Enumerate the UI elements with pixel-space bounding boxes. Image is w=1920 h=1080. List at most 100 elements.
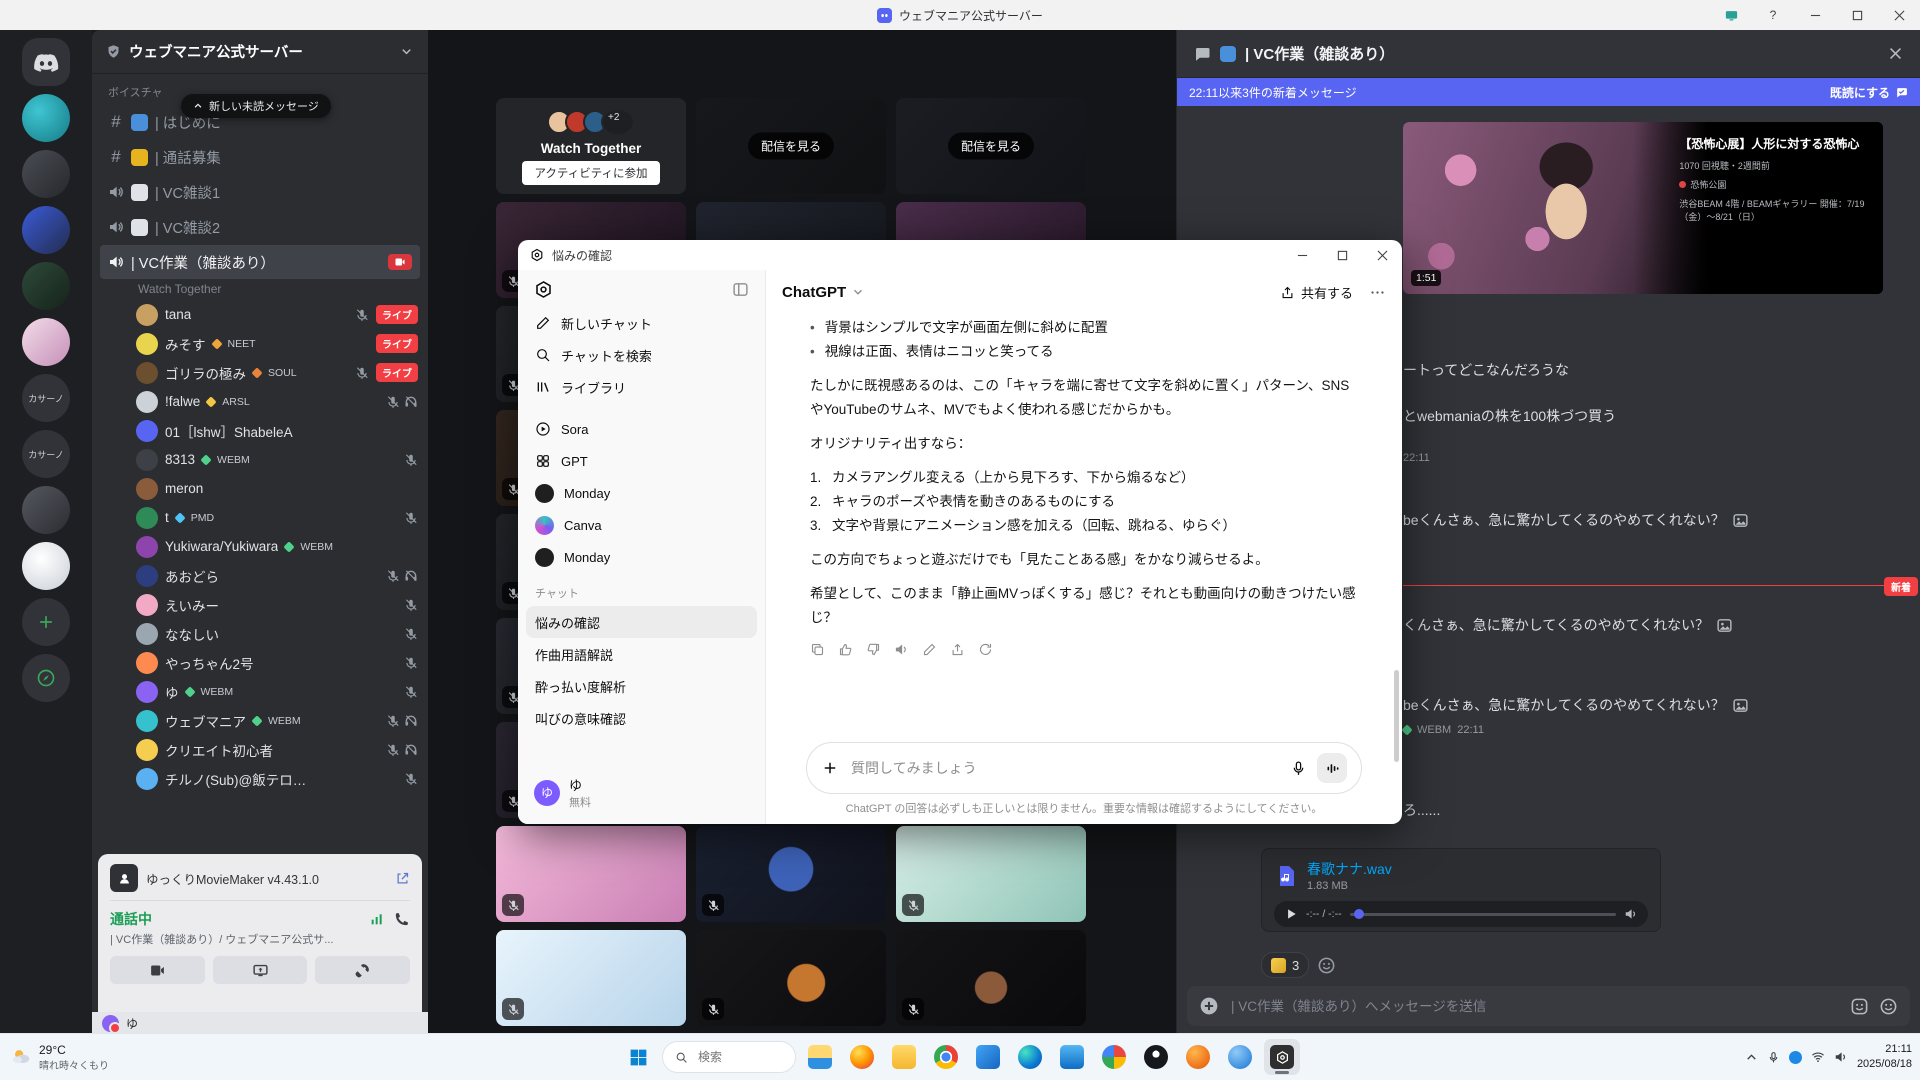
voice-member-row[interactable]: ゆ WEBM [92,677,428,706]
voice-member-row[interactable]: ななしい [92,619,428,648]
user-area[interactable]: ゆ [92,1012,428,1034]
video-tile[interactable]: 配信を見る [696,98,886,194]
voice-member-row[interactable]: meron [92,474,428,503]
chat-history-item[interactable]: 作曲用語解説 [526,638,757,670]
help-icon[interactable]: ? [1752,0,1794,30]
account-footer[interactable]: ゆ ゆ 無料 [526,767,757,818]
bot-item[interactable]: Monday [526,477,757,509]
share-button[interactable]: 共有する [1280,283,1353,302]
search-chats-button[interactable]: チャットを検索 [526,339,757,371]
edge-icon[interactable] [1012,1039,1048,1075]
video-tile[interactable] [896,826,1086,922]
browser-icon[interactable] [1222,1039,1258,1075]
channel-item[interactable]: | VC雑談2 [100,210,420,244]
unread-messages-pill[interactable]: 新しい未読メッセージ [181,94,331,118]
call-channel-path[interactable]: | VC作業（雑談あり）/ ウェブマニア公式サ... [110,931,410,947]
server-icon[interactable] [22,598,70,646]
server-icon[interactable]: カサーノ [22,430,70,478]
video-tile[interactable] [896,930,1086,1026]
close-thread-icon[interactable] [1887,45,1904,62]
video-tile[interactable] [696,826,886,922]
voice-member-row[interactable]: Yukiwara/Yukiwara WEBM [92,532,428,561]
voice-member-row[interactable]: 01［lshw］ShabeleA [92,416,428,445]
folder-icon[interactable] [886,1039,922,1075]
chat-history-item[interactable]: 酔っ払い度解析 [526,670,757,702]
voice-member-row[interactable]: ゴリラの極み SOUL ライブ [92,358,428,387]
image-attachment-icon[interactable] [1732,512,1749,529]
library-button[interactable]: ライブラリ [526,371,757,403]
volume-icon[interactable] [1624,907,1638,921]
voice-member-row[interactable]: ウェブマニア WEBM [92,706,428,735]
video-tile[interactable] [696,930,886,1026]
tray-app-icon[interactable] [1789,1051,1802,1064]
server-icon[interactable] [22,542,70,590]
chat-history-item[interactable]: 悩みの確認 [526,606,757,638]
prompt-input[interactable] [849,759,1280,777]
server-icon[interactable] [22,318,70,366]
audio-filename[interactable]: 春歌ナナ.wav [1307,859,1392,879]
chrome-icon[interactable] [928,1039,964,1075]
gpts-item[interactable]: GPT [526,445,757,477]
unread-banner[interactable]: 22:11以来3件の新着メッセージ 既読にする [1177,78,1920,106]
audio-progress-bar[interactable] [1350,913,1616,916]
server-icon[interactable] [22,38,70,86]
server-icon[interactable] [22,486,70,534]
search-input[interactable] [696,1049,760,1065]
taskbar-search[interactable] [662,1041,796,1073]
voice-member-row[interactable]: やっちゃん2号 [92,648,428,677]
weather-widget[interactable]: 29°C 晴れ時々くもり [10,1043,109,1072]
sora-item[interactable]: Sora [526,413,757,445]
reaction-pill[interactable]: 3 [1261,952,1309,978]
maximize-button[interactable] [1322,240,1362,270]
firefox-icon[interactable] [844,1039,880,1075]
chat-history-item[interactable]: 叫びの意味確認 [526,702,757,734]
minimize-button[interactable] [1282,240,1322,270]
more-options-icon[interactable] [1369,284,1386,301]
player-icon[interactable] [1180,1039,1216,1075]
tray-chevron-icon[interactable] [1745,1051,1758,1064]
mail-icon[interactable] [970,1039,1006,1075]
store-icon[interactable] [1054,1039,1090,1075]
volume-icon[interactable] [1834,1050,1848,1064]
bot-item[interactable]: Monday [526,541,757,573]
sticker-icon[interactable] [1850,997,1869,1016]
video-tile[interactable]: 配信を見る [896,98,1086,194]
image-attachment-icon[interactable] [1716,617,1733,634]
attach-plus-icon[interactable] [1199,996,1219,1016]
emoji-icon[interactable] [1879,997,1898,1016]
minimize-button[interactable] [1794,0,1836,30]
voice-member-row[interactable]: 8313 WEBM [92,445,428,474]
watch-stream-button[interactable]: 配信を見る [948,133,1034,160]
server-header[interactable]: ウェブマニア公式サーバー [92,30,428,74]
close-button[interactable] [1362,240,1402,270]
thumbs-down-icon[interactable] [866,642,881,657]
server-icon[interactable] [22,150,70,198]
video-tile[interactable]: +2 Watch Together アクティビティに参加 [496,98,686,194]
watch-stream-button[interactable]: 配信を見る [748,133,834,160]
disconnect-phone-icon[interactable] [393,911,410,928]
image-attachment-icon[interactable] [1732,697,1749,714]
chatgpt-composer[interactable] [806,742,1362,794]
chatgpt-titlebar[interactable]: 悩みの確認 [518,240,1402,270]
play-icon[interactable] [1284,907,1298,921]
scrollbar-thumb[interactable] [1394,670,1399,762]
cast-icon[interactable] [1710,0,1752,30]
tray-mic-icon[interactable] [1767,1051,1780,1064]
message-composer[interactable] [1187,986,1910,1026]
server-icon[interactable] [22,654,70,702]
photos-icon[interactable] [1096,1039,1132,1075]
voice-member-row[interactable]: クリエイト初心者 [92,735,428,764]
read-aloud-icon[interactable] [894,642,909,657]
attach-plus-icon[interactable] [821,759,839,777]
file-explorer-icon[interactable] [802,1039,838,1075]
server-icon[interactable] [22,206,70,254]
voice-member-row[interactable]: チルノ(Sub)@飯テロ監視塔 [92,764,428,793]
voice-member-row[interactable]: tana ライブ [92,300,428,329]
server-icon[interactable] [22,262,70,310]
screenshare-button[interactable] [213,956,308,984]
join-activity-button[interactable]: アクティビティに参加 [522,161,659,185]
voice-member-row[interactable]: えいみー [92,590,428,619]
audio-attachment-card[interactable]: 春歌ナナ.wav 1.83 MB -:-- / -:-- [1261,848,1661,932]
voice-member-row[interactable]: !falwe ARSL [92,387,428,416]
voice-mode-button[interactable] [1317,753,1347,783]
